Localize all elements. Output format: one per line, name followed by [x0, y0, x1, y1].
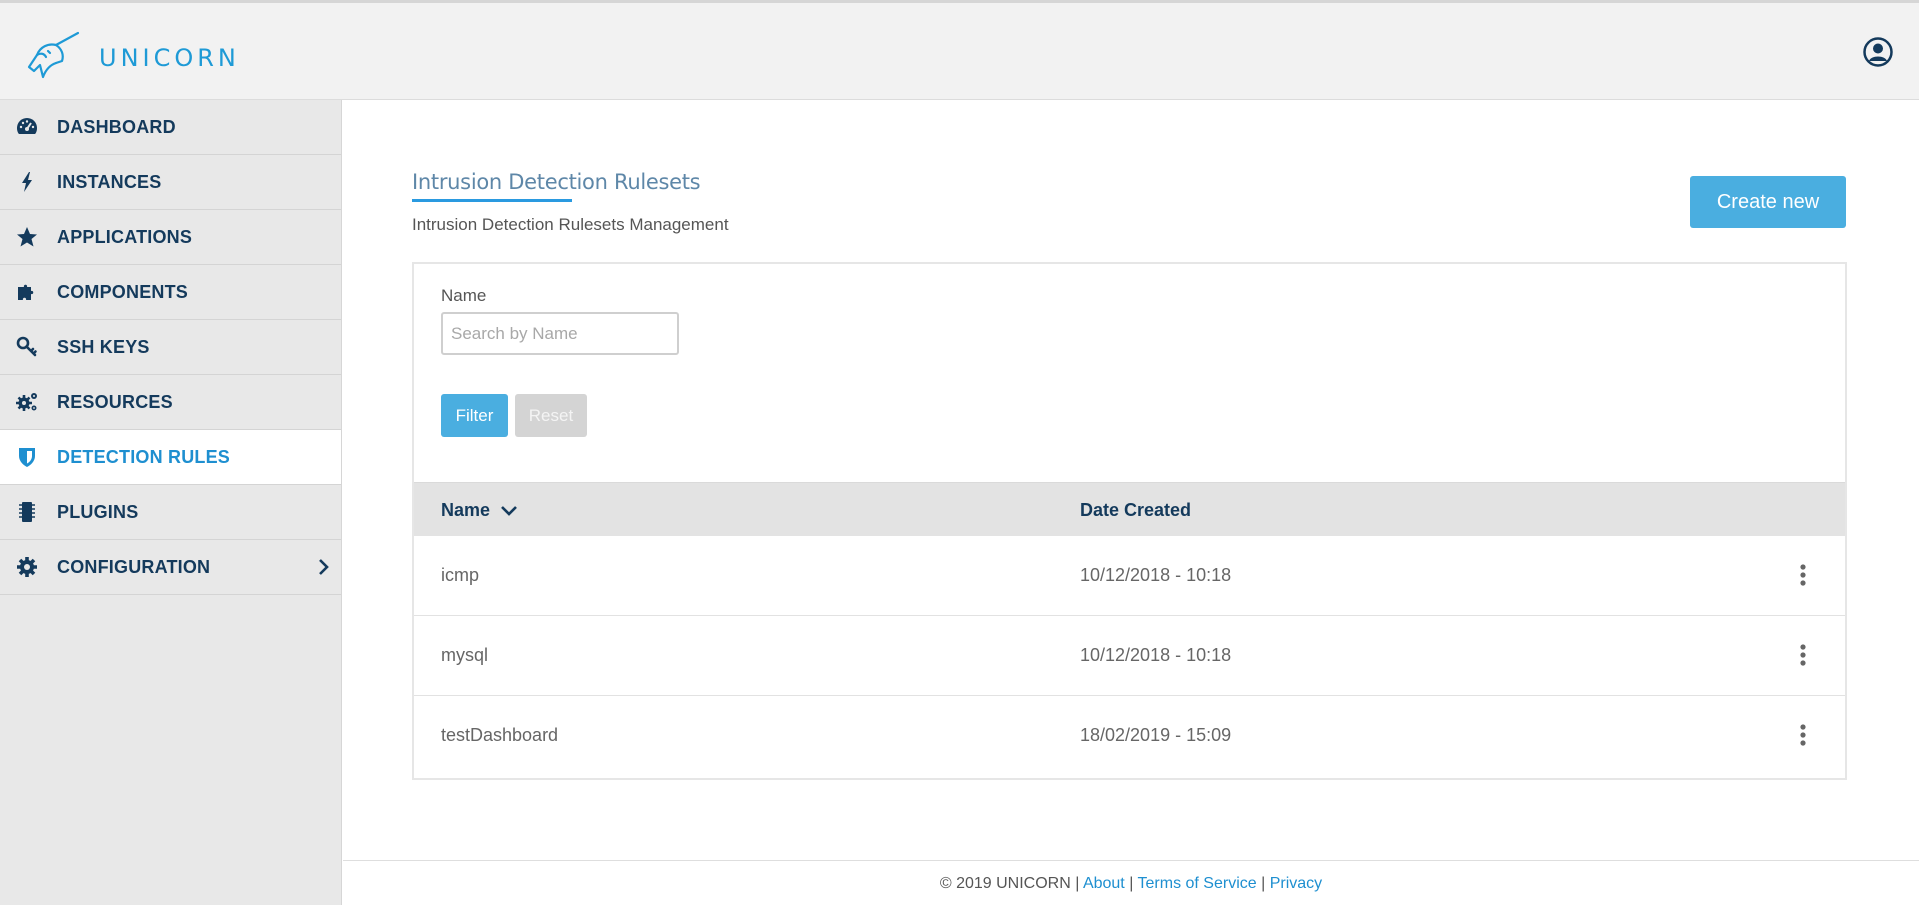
sidebar-item-label: INSTANCES [57, 171, 162, 192]
sidebar-item-components[interactable]: COMPONENTS [0, 265, 341, 320]
chip-icon [14, 500, 40, 524]
ruleset-date: 10/12/2018 - 10:18 [1080, 645, 1232, 665]
puzzle-piece-icon [14, 280, 40, 304]
app-header: UNICORN [0, 3, 1919, 100]
search-input[interactable] [441, 312, 679, 355]
lightning-bolt-icon [14, 170, 40, 194]
about-link[interactable]: About [1083, 875, 1125, 892]
sidebar-item-label: SSH KEYS [57, 336, 150, 357]
sidebar-item-label: PLUGINS [57, 501, 139, 522]
star-icon [14, 225, 40, 249]
ruleset-name: testDashboard [441, 725, 559, 745]
sidebar-item-ssh-keys[interactable]: SSH KEYS [0, 320, 341, 375]
filter-button[interactable]: Filter [441, 394, 508, 437]
sidebar-item-resources[interactable]: RESOURCES [0, 375, 341, 430]
gear-icon [14, 555, 40, 579]
kebab-menu-icon[interactable] [1798, 643, 1808, 667]
sidebar-item-plugins[interactable]: PLUGINS [0, 485, 341, 540]
unicorn-logo-icon [26, 31, 80, 84]
column-header-date-created[interactable]: Date Created [1080, 500, 1191, 521]
sidebar-item-applications[interactable]: APPLICATIONS [0, 210, 341, 265]
main-content: Intrusion Detection Rulesets Intrusion D… [343, 100, 1919, 860]
chevron-down-icon [501, 505, 517, 516]
ruleset-date: 18/02/2019 - 15:09 [1080, 725, 1232, 745]
footer-separator: | [1129, 875, 1134, 892]
column-header-name[interactable]: Name [441, 500, 518, 521]
key-icon [14, 335, 40, 359]
page-subtitle: Intrusion Detection Rulesets Management [412, 215, 729, 234]
shield-icon [14, 445, 40, 469]
user-circle-icon[interactable] [1862, 36, 1894, 68]
rulesets-panel: Name Filter Reset Name Date Created icmp… [412, 262, 1847, 780]
sidebar-item-label: DETECTION RULES [57, 446, 231, 467]
sidebar-item-label: RESOURCES [57, 391, 173, 412]
sidebar-item-configuration[interactable]: CONFIGURATION [0, 540, 341, 595]
sidebar-item-instances[interactable]: INSTANCES [0, 155, 341, 210]
table-header: Name Date Created [414, 482, 1845, 536]
footer-separator: | [1261, 875, 1266, 892]
app-name: UNICORN [99, 43, 240, 72]
gears-icon [14, 390, 40, 414]
dashboard-gauge-icon [14, 115, 40, 139]
ruleset-name: mysql [441, 645, 489, 665]
create-new-button[interactable]: Create new [1690, 176, 1846, 228]
reset-button[interactable]: Reset [515, 394, 587, 437]
sidebar-item-detection-rules[interactable]: DETECTION RULES [0, 430, 341, 485]
footer-separator: | [1075, 875, 1080, 892]
name-filter-label: Name [441, 286, 487, 305]
kebab-menu-icon[interactable] [1798, 563, 1808, 587]
chevron-right-icon [316, 557, 332, 577]
table-row[interactable]: testDashboard 18/02/2019 - 15:09 [414, 696, 1845, 776]
sidebar-item-label: DASHBOARD [57, 116, 176, 137]
table-row[interactable]: mysql 10/12/2018 - 10:18 [414, 616, 1845, 696]
sidebar: DASHBOARD INSTANCES APPLICATIONS COMPONE… [0, 100, 342, 905]
ruleset-name: icmp [441, 565, 480, 585]
footer: © 2019 UNICORN | About | Terms of Servic… [343, 860, 1919, 905]
sidebar-item-label: APPLICATIONS [57, 226, 193, 247]
sidebar-item-dashboard[interactable]: DASHBOARD [0, 100, 341, 155]
title-underline [412, 199, 572, 202]
kebab-menu-icon[interactable] [1798, 723, 1808, 747]
column-header-name-label: Name [441, 500, 491, 520]
sidebar-item-label: CONFIGURATION [57, 556, 211, 577]
page-title: Intrusion Detection Rulesets [412, 170, 701, 194]
ruleset-date: 10/12/2018 - 10:18 [1080, 565, 1232, 585]
table-row[interactable]: icmp 10/12/2018 - 10:18 [414, 536, 1845, 616]
terms-of-service-link[interactable]: Terms of Service [1138, 875, 1257, 892]
logo[interactable]: UNICORN [26, 31, 240, 84]
privacy-link[interactable]: Privacy [1270, 875, 1322, 892]
copyright-text: © 2019 UNICORN [939, 875, 1071, 892]
sidebar-item-label: COMPONENTS [57, 281, 189, 302]
